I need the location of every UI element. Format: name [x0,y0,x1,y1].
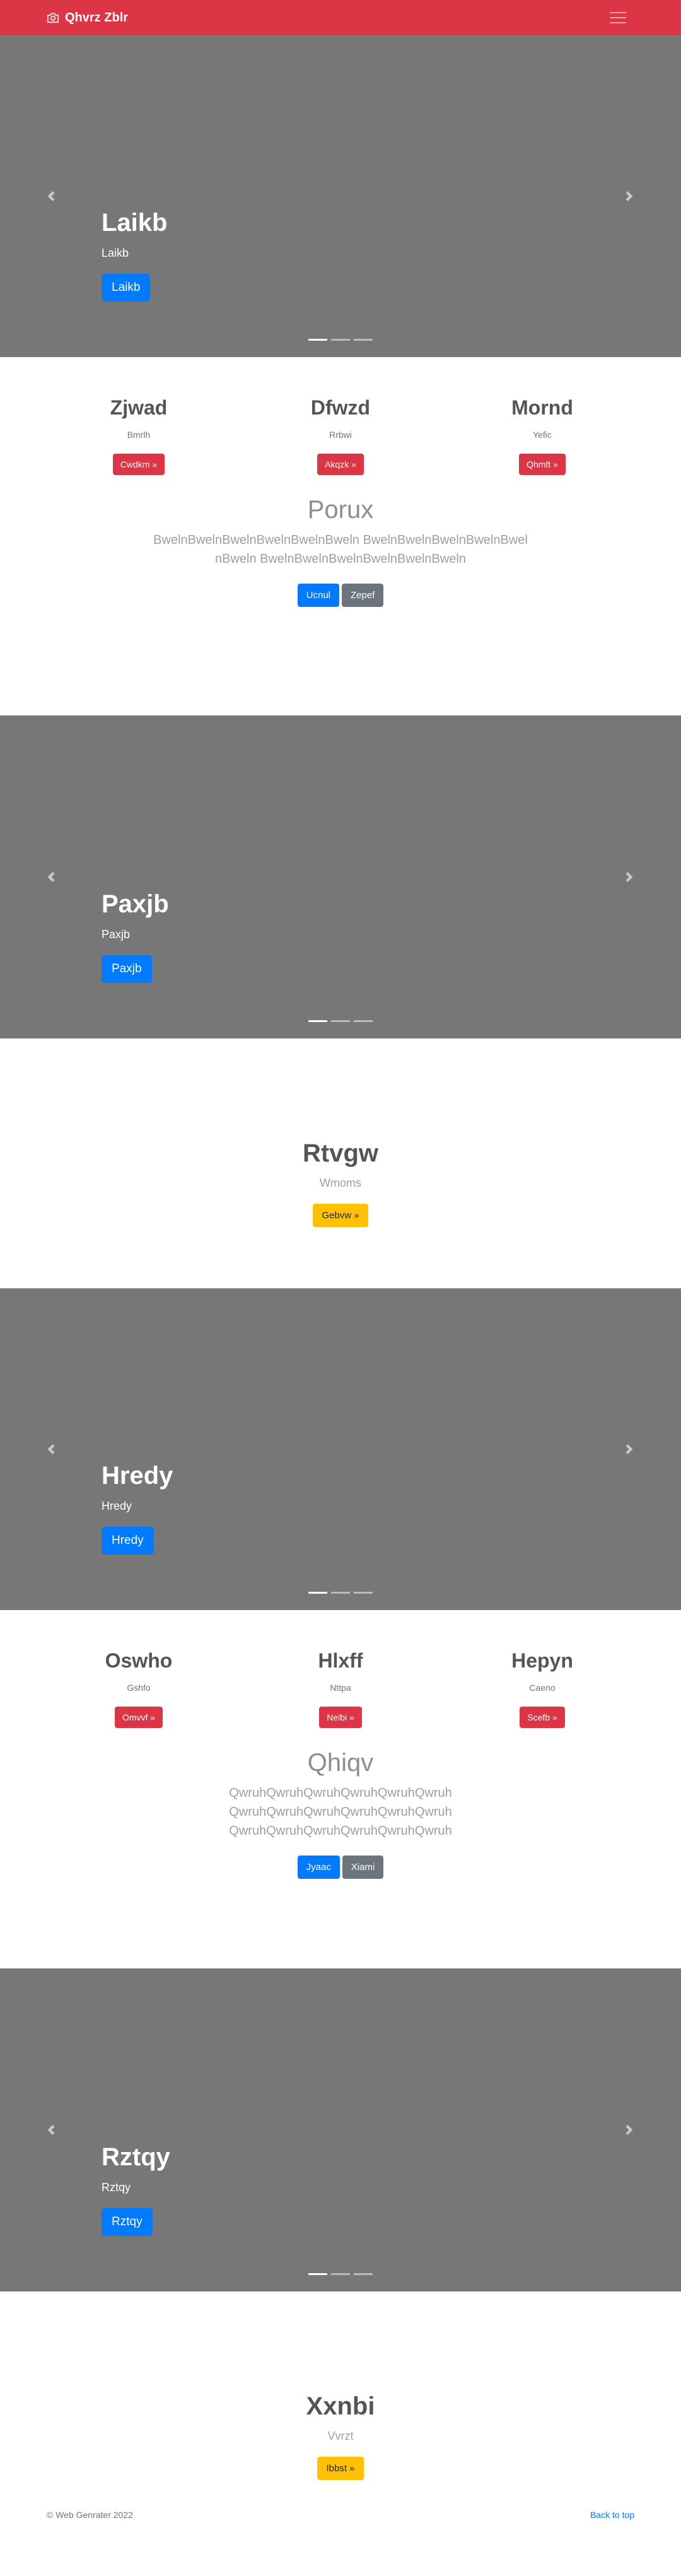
carousel-button[interactable]: Rztqy [102,2208,153,2236]
chevron-right-icon[interactable] [624,1444,634,1454]
hero-1: Rtvgw Wmoms Gebvw » [0,1038,681,1288]
hero-2: Xxnbi Vvrzt Ibbst » [0,2291,681,2499]
feature-button[interactable]: Cwdkm » [112,454,165,475]
feature-button[interactable]: Scefb » [520,1707,565,1728]
chevron-right-icon[interactable] [624,872,634,882]
menu-toggle-button[interactable] [600,5,636,30]
hero-button[interactable]: Gebvw » [313,1204,368,1227]
hero-text: Wmoms [320,1177,361,1189]
carousel-subtitle: Laikb [102,247,129,259]
carousel-title: Hredy [102,1462,173,1490]
camera-icon [47,13,59,23]
indicator[interactable] [331,1020,350,1022]
carousel-button[interactable]: Hredy [102,1527,154,1555]
jumbotron-2: Qhiqv QwruhQwruhQwruhQwruhQwruhQwruh Qwr… [0,1725,681,1968]
indicator[interactable] [354,339,373,341]
carousel-subtitle: Hredy [102,1500,132,1512]
carousel-4: Rztqy Rztqy Rztqy [0,1968,681,2291]
hero-text: Vvrzt [327,2430,354,2442]
indicator[interactable] [354,1020,373,1022]
carousel-title: Paxjb [102,890,169,918]
feature-button[interactable]: Omvvf » [114,1707,163,1728]
copyright-text: © Web Genrater 2022 [47,2510,133,2520]
feature-button[interactable]: Akqzk » [317,454,364,475]
chevron-left-icon[interactable] [46,872,56,882]
jumbotron-text: QwruhQwruhQwruhQwruhQwruhQwruh QwruhQwru… [229,1786,452,1838]
indicator[interactable] [331,2273,350,2275]
carousel-caption: Laikb Laikb Laikb [102,208,167,302]
footer: © Web Genrater 2022 Back to top [0,2499,681,2531]
feature-title: Dfwzd [310,396,371,419]
back-to-top-link[interactable]: Back to top [590,2510,634,2520]
carousel-subtitle: Paxjb [102,928,131,941]
chevron-left-icon[interactable] [46,191,56,201]
feature-title: Zjwad [110,396,168,419]
feature-button[interactable]: Qhmft » [519,454,566,475]
chevron-right-icon[interactable] [624,2125,634,2135]
features-row-1: Zjwad Bmrlh Cwdkm » Dfwzd Rrbwi Akqzk » … [0,357,681,475]
feature-text: Caeno [529,1683,556,1693]
hero-title: Xxnbi [306,2392,375,2420]
chevron-right-icon[interactable] [624,191,634,201]
carousel-indicators [308,1020,373,1022]
feature-title: Hepyn [511,1649,573,1672]
hamburger-icon [610,12,626,13]
feature-card: Hepyn Caeno Scefb » [441,1649,643,1728]
carousel-title: Laikb [102,209,168,237]
jumbotron-title: Porux [307,496,374,524]
indicator[interactable] [308,2273,327,2275]
jumbotron-buttons: Jyaac Xiami [0,1856,681,1879]
hero-title: Rtvgw [303,1139,378,1167]
feature-card: Mornd Yefic Qhmft » [441,396,643,475]
feature-text: Nttpa [330,1683,351,1693]
feature-card: Oswho Gshfo Omvvf » [38,1649,240,1728]
secondary-button[interactable]: Zepef [342,584,384,607]
secondary-button[interactable]: Xiami [342,1856,384,1879]
carousel-button[interactable]: Laikb [102,274,151,302]
features-row-2: Oswho Gshfo Omvvf » Hlxff Nttpa Nelbi » … [0,1610,681,1728]
indicator[interactable] [331,1592,350,1594]
brand-name: Qhvrz Zblr [65,10,129,25]
carousel-1: Laikb Laikb Laikb [0,35,681,357]
brand-link[interactable]: Qhvrz Zblr [47,11,128,25]
indicator[interactable] [354,1592,373,1594]
jumbotron-1: Porux BwelnBwelnBwelnBwelnBwelnBweln Bwe… [0,472,681,715]
indicator[interactable] [308,1020,327,1022]
carousel-caption: Paxjb Paxjb Paxjb [102,889,169,983]
carousel-caption: Rztqy Rztqy Rztqy [102,2142,170,2236]
chevron-left-icon[interactable] [46,1444,56,1454]
feature-title: Hlxff [318,1649,363,1672]
jumbotron-title: Qhiqv [307,1749,374,1777]
feature-title: Oswho [105,1649,173,1672]
primary-button[interactable]: Ucnul [297,584,339,607]
hero-button[interactable]: Ibbst » [317,2457,364,2480]
chevron-left-icon[interactable] [46,2125,56,2135]
feature-text: Rrbwi [329,430,352,440]
carousel-button[interactable]: Paxjb [102,955,152,983]
indicator[interactable] [354,2273,373,2275]
carousel-2: Paxjb Paxjb Paxjb [0,715,681,1038]
feature-text: Bmrlh [127,430,151,440]
feature-text: Yefic [533,430,552,440]
jumbotron-buttons: Ucnul Zepef [0,584,681,607]
carousel-indicators [308,2273,373,2275]
feature-card: Dfwzd Rrbwi Akqzk » [240,396,441,475]
indicator[interactable] [308,1592,327,1594]
navbar: Qhvrz Zblr [0,0,681,35]
feature-text: Gshfo [127,1683,151,1693]
feature-card: Zjwad Bmrlh Cwdkm » [38,396,240,475]
carousel-subtitle: Rztqy [102,2181,131,2194]
jumbotron-text: BwelnBwelnBwelnBwelnBwelnBweln BwelnBwel… [153,533,528,566]
carousel-indicators [308,339,373,341]
carousel-3: Hredy Hredy Hredy [0,1288,681,1610]
indicator[interactable] [308,339,327,341]
feature-button[interactable]: Nelbi » [319,1707,362,1728]
indicator[interactable] [331,339,350,341]
feature-title: Mornd [511,396,573,419]
carousel-title: Rztqy [102,2143,170,2171]
carousel-indicators [308,1592,373,1594]
primary-button[interactable]: Jyaac [297,1856,340,1879]
feature-card: Hlxff Nttpa Nelbi » [240,1649,441,1728]
carousel-caption: Hredy Hredy Hredy [102,1461,173,1555]
